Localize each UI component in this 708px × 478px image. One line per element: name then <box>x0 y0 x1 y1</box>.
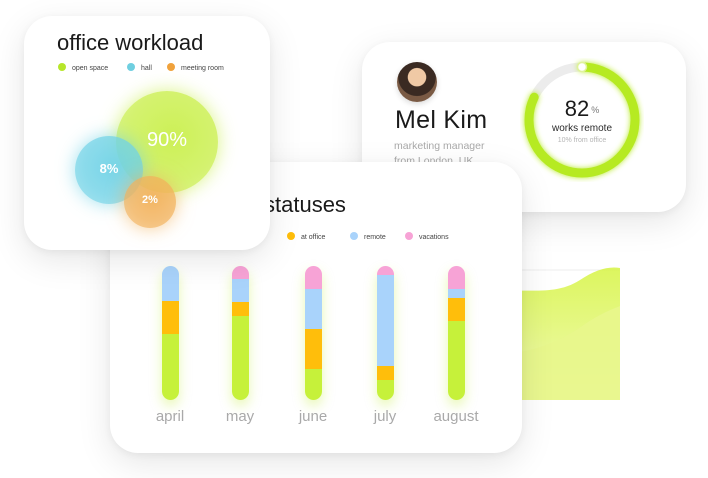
legend-dot <box>287 232 295 240</box>
bar-segment-remote <box>304 288 322 329</box>
bar-segment-at-office <box>161 300 179 335</box>
remote-percent-value: 82 <box>564 96 590 121</box>
bar-segment-vacations <box>447 266 465 289</box>
status-bar-may[interactable] <box>231 266 249 400</box>
bar-segment-vacations <box>231 266 249 280</box>
status-bar-july[interactable] <box>376 266 394 400</box>
legend-label: vacations <box>419 234 449 241</box>
month-label-may: may <box>225 408 255 425</box>
ring-knob[interactable] <box>576 61 588 73</box>
month-label-august: august <box>433 408 479 425</box>
legend-label: open space <box>72 65 109 72</box>
legend-label: at office <box>301 234 326 241</box>
legend-item-open-space[interactable]: open space <box>58 63 108 72</box>
bar-segment-king <box>161 334 179 400</box>
month-label-july: july <box>373 408 397 425</box>
avatar[interactable] <box>397 62 437 102</box>
status-bar-august[interactable] <box>447 266 465 400</box>
workload-title: office workload <box>57 30 204 55</box>
office-workload-card: office workload open space hall meeting … <box>24 16 270 250</box>
bar-segment-king <box>376 379 394 400</box>
bar-segment-remote <box>376 275 394 367</box>
legend-item-vacations[interactable]: vacations <box>405 232 449 241</box>
bar-segment-remote <box>161 266 179 301</box>
bar-segment-at-office <box>447 298 465 321</box>
legend-item-hall[interactable]: hall <box>127 63 152 72</box>
legend-label: hall <box>141 65 152 72</box>
legend-dot <box>58 63 66 71</box>
legend-dot <box>167 63 175 71</box>
office-label: 10% from office <box>557 137 607 144</box>
bar-segment-vacations <box>304 266 322 289</box>
statuses-title: statuses <box>264 192 346 217</box>
bar-segment-remote <box>447 288 465 299</box>
legend-label: meeting room <box>181 65 224 72</box>
month-label-june: june <box>298 408 328 425</box>
legend-dot <box>127 63 135 71</box>
remote-percent-unit: % <box>591 105 600 116</box>
status-bar-april[interactable] <box>161 266 179 400</box>
profile-role-title: marketing manager <box>394 140 485 152</box>
legend-label: remote <box>364 234 386 241</box>
bar-segment-remote <box>231 279 249 303</box>
bar-segment-king <box>304 369 322 400</box>
bar-segment-at-office <box>231 302 249 316</box>
profile-name: Mel Kim <box>395 106 488 134</box>
legend-item-at-office[interactable]: at office <box>287 232 325 241</box>
bubble-label-open-space: 90% <box>146 129 188 151</box>
month-label-april: april <box>155 408 185 425</box>
remote-label: works remote <box>551 123 612 134</box>
bubble-label-hall: 8% <box>99 161 119 176</box>
bar-segment-king <box>231 315 249 400</box>
remote-percent: 82% <box>520 96 644 122</box>
bar-segment-at-office <box>376 366 394 380</box>
legend-item-remote[interactable]: remote <box>350 232 386 241</box>
bubble-label-meeting-room: 2% <box>142 194 158 206</box>
legend-item-meeting-room[interactable]: meeting room <box>167 63 224 72</box>
bar-segment-king <box>447 320 465 400</box>
bar-segment-vacations <box>376 266 394 276</box>
legend-dot <box>350 232 358 240</box>
legend-dot <box>405 232 413 240</box>
workload-legend: open space hall meeting room <box>58 63 258 75</box>
bar-segment-at-office <box>304 328 322 370</box>
remote-ring-gauge: 82% works remote 10% from office <box>520 58 644 182</box>
status-bar-june[interactable] <box>304 266 322 400</box>
